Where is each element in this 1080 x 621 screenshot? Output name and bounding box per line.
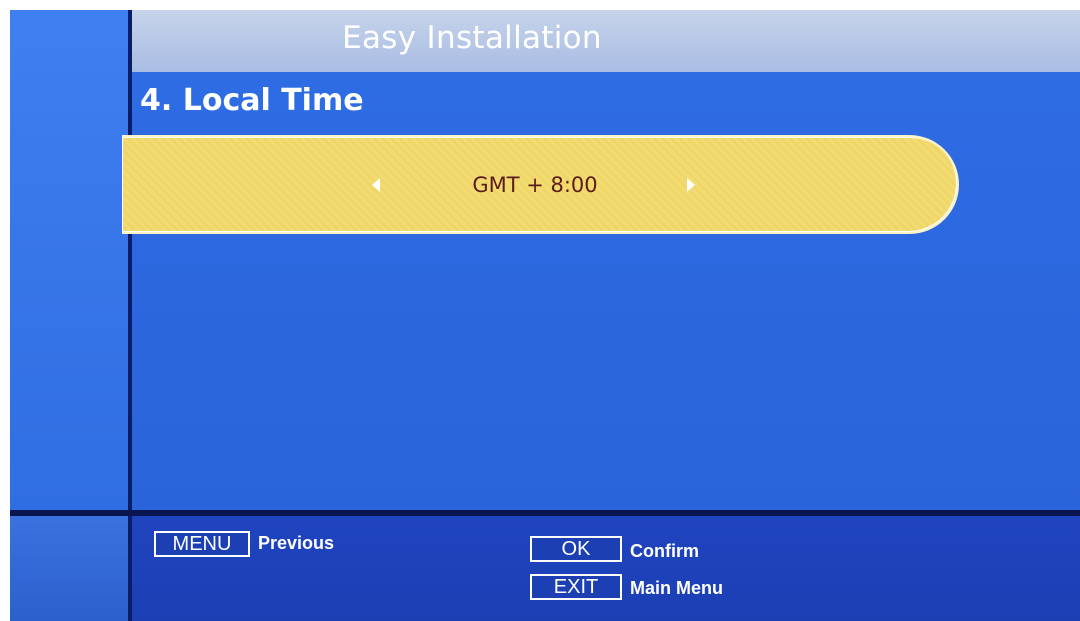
main-menu-label: Main Menu bbox=[630, 578, 723, 598]
timezone-value: GMT + 8:00 bbox=[472, 173, 598, 197]
left-panel bbox=[10, 10, 128, 510]
menu-key[interactable]: MENU bbox=[154, 531, 250, 557]
confirm-label: Confirm bbox=[630, 541, 699, 561]
left-panel-footer bbox=[10, 516, 128, 621]
arrow-left-icon[interactable] bbox=[372, 178, 380, 192]
footer-bar bbox=[132, 516, 1080, 621]
exit-key[interactable]: EXIT bbox=[530, 574, 622, 600]
page-title: Easy Installation bbox=[342, 20, 602, 56]
arrow-right-icon[interactable] bbox=[687, 178, 695, 192]
step-title: 4. Local Time bbox=[140, 83, 364, 118]
ok-key[interactable]: OK bbox=[530, 536, 622, 562]
previous-label: Previous bbox=[258, 533, 335, 553]
